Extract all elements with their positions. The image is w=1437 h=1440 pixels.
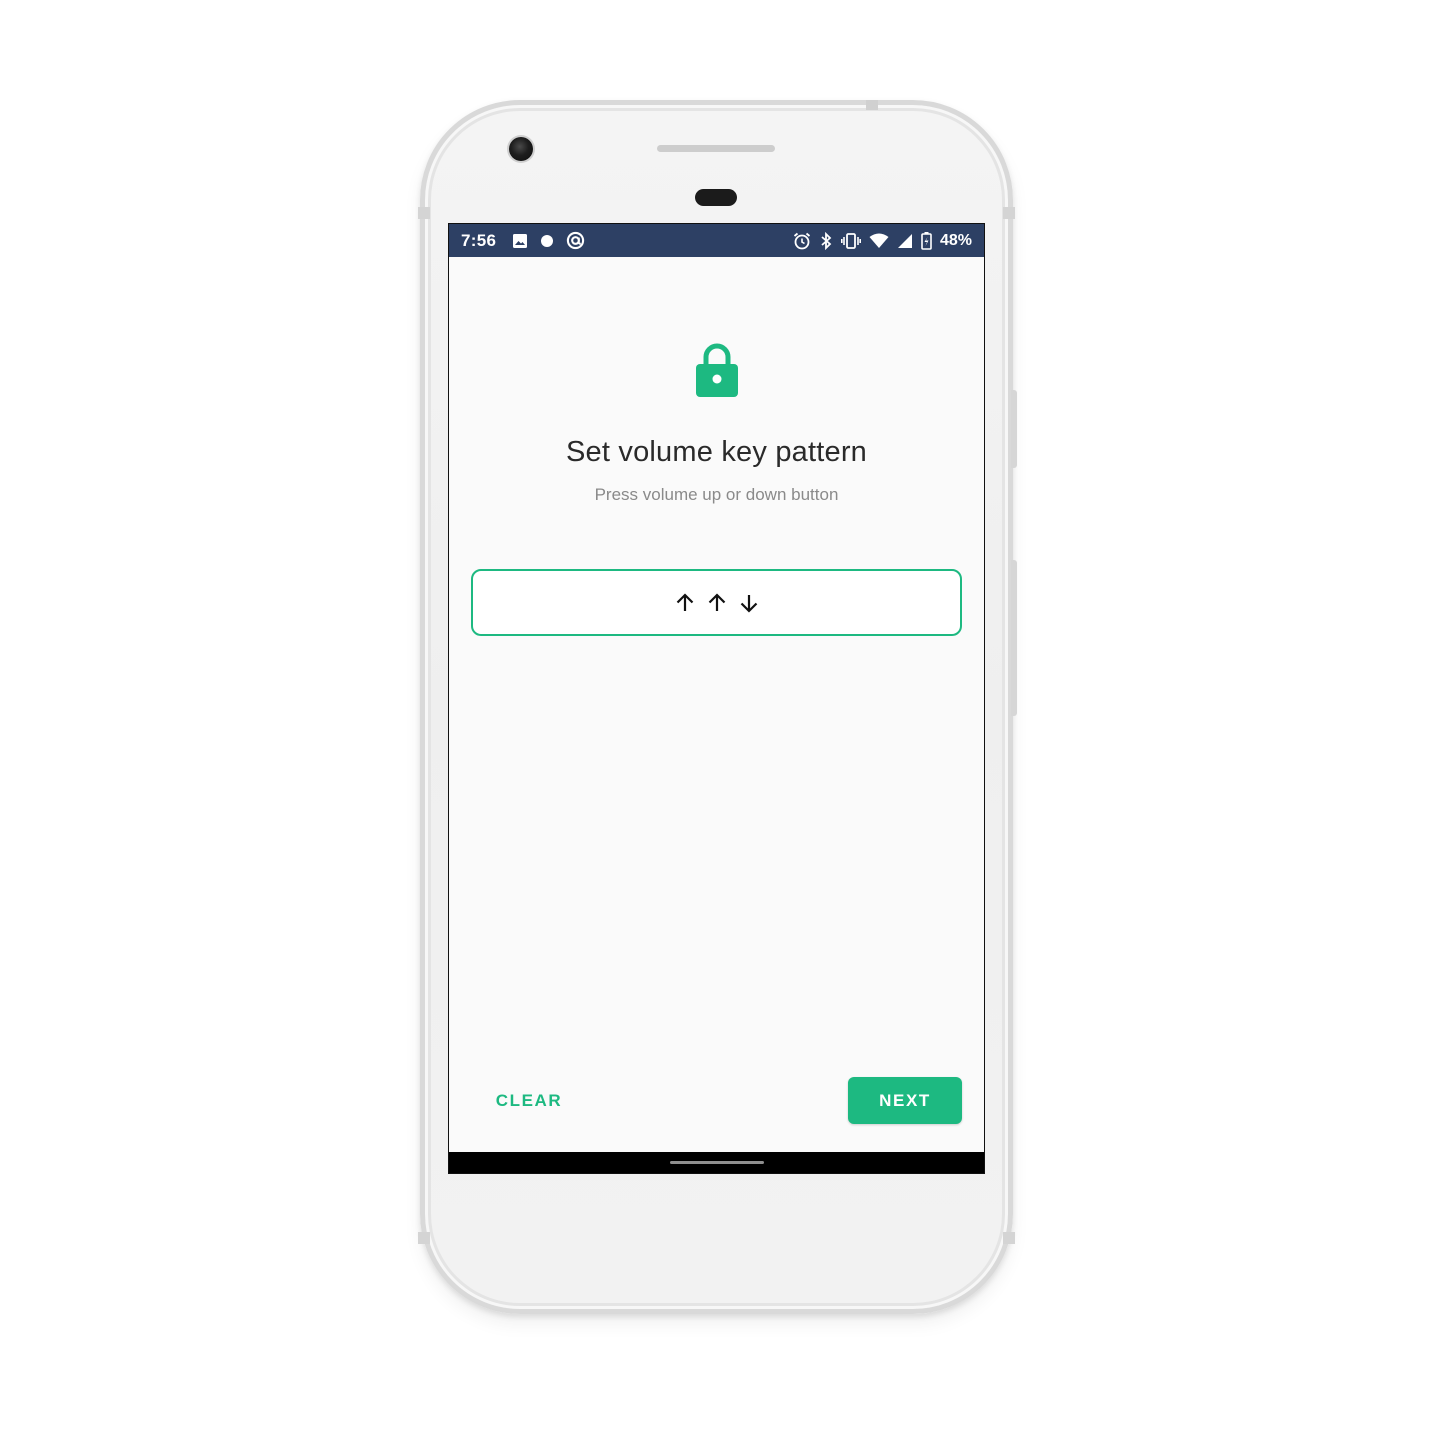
status-time: 7:56: [461, 230, 497, 250]
arrow-down-icon: [738, 592, 760, 614]
battery-percentage: 48%: [939, 231, 972, 249]
lock-icon: [696, 342, 738, 398]
phone-antenna-line: [1003, 207, 1015, 219]
proximity-sensor: [695, 189, 737, 206]
battery-icon: [921, 231, 932, 250]
navigation-bar: [449, 1152, 984, 1173]
phone-top-seam: [866, 100, 878, 110]
pattern-display-field[interactable]: [471, 569, 962, 636]
earpiece-speaker: [657, 145, 775, 152]
arrow-up-icon: [706, 592, 728, 614]
next-button[interactable]: NEXT: [848, 1077, 962, 1124]
phone-antenna-line: [418, 207, 430, 219]
phone-screen: 7:56 48% Set volume key pattern Press vo…: [448, 223, 985, 1174]
power-button[interactable]: [1011, 390, 1017, 468]
vibrate-icon: [840, 232, 861, 249]
page-title: Set volume key pattern: [566, 436, 867, 468]
phone-antenna-line: [418, 1232, 430, 1244]
clear-button[interactable]: CLEAR: [479, 1077, 579, 1124]
page-subtitle: Press volume up or down button: [594, 485, 839, 504]
home-gesture-pill[interactable]: [670, 1161, 764, 1164]
status-bar-left: 7:56: [461, 231, 597, 251]
volume-rocker[interactable]: [1011, 560, 1017, 716]
status-bar-right: 48%: [793, 231, 972, 250]
image-icon: [512, 233, 528, 249]
dot-icon: [540, 234, 554, 248]
device-frame: 7:56 48% Set volume key pattern Press vo…: [0, 0, 1437, 1440]
arrow-up-icon: [674, 592, 696, 614]
alarm-icon: [793, 232, 811, 250]
wifi-icon: [869, 233, 889, 249]
bluetooth-icon: [819, 231, 833, 250]
status-bar: 7:56 48%: [449, 224, 984, 257]
at-sign-icon: [566, 231, 585, 250]
phone-antenna-line: [1003, 1232, 1015, 1244]
front-camera: [509, 137, 533, 161]
signal-icon: [897, 233, 913, 249]
